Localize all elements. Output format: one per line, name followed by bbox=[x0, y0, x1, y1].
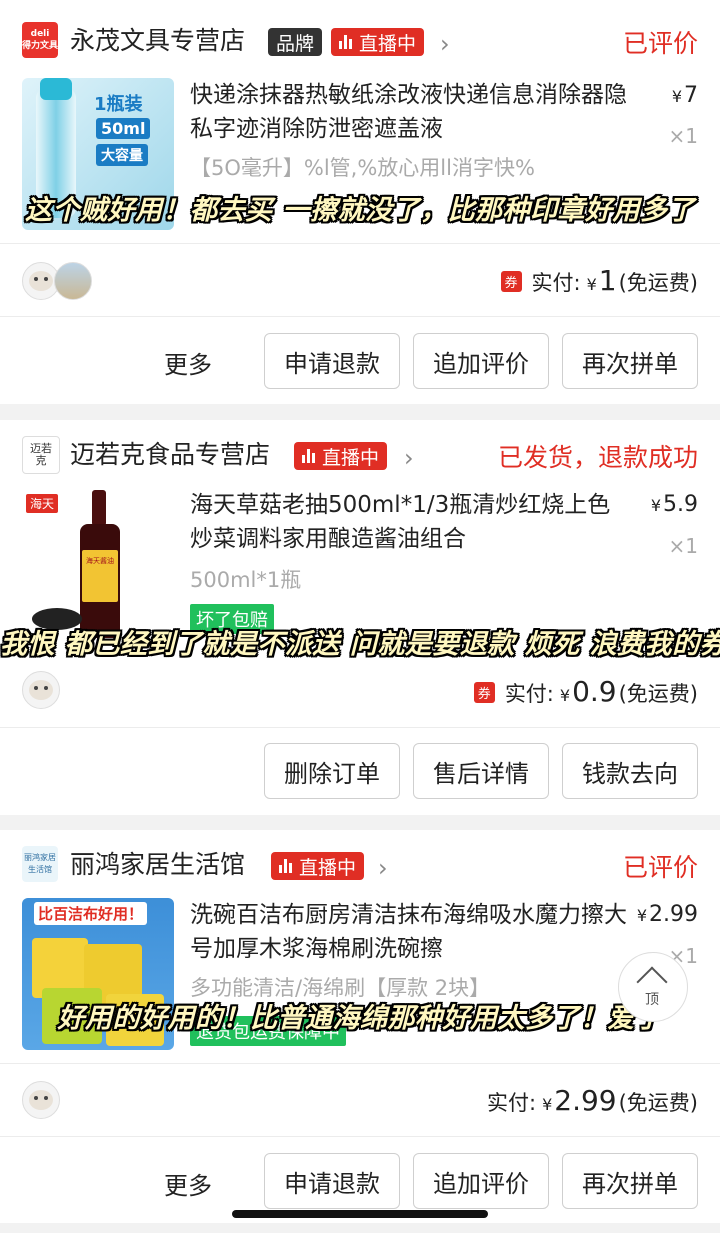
thumb-banner: 比百洁布好用！ bbox=[34, 902, 148, 925]
avatar bbox=[54, 262, 92, 300]
order-status: 已发货，退款成功 bbox=[497, 443, 698, 472]
chevron-right-icon[interactable]: › bbox=[378, 854, 388, 882]
more-button[interactable]: 更多 bbox=[164, 1166, 212, 1201]
order-card: deli 得力文具 永茂文具专营店 品牌 直播中 › 已评价 1瓶装 50ml … bbox=[0, 0, 720, 404]
more-button[interactable]: 更多 bbox=[164, 345, 212, 380]
reorder-button[interactable]: 再次拼单 bbox=[562, 1153, 698, 1209]
chevron-right-icon[interactable]: › bbox=[404, 444, 414, 472]
product-image[interactable]: 海天 海天酱油 bbox=[22, 488, 174, 640]
divider bbox=[0, 727, 720, 728]
shop-logo: 迈若 克 bbox=[22, 436, 60, 474]
product-title[interactable]: 海天草菇老抽500ml*1/3瓶清炒红烧上色炒菜调料家用酿造酱油组合 bbox=[190, 488, 630, 556]
coupon-icon: 券 bbox=[500, 271, 522, 292]
live-tag[interactable]: 直播中 bbox=[294, 442, 388, 470]
order-status: 已评价 bbox=[622, 853, 698, 882]
refund-flow-button[interactable]: 钱款去向 bbox=[562, 743, 698, 799]
order-header[interactable]: deli 得力文具 永茂文具专营店 品牌 直播中 › 已评价 bbox=[0, 0, 720, 84]
shop-name[interactable]: 迈若克食品专营店 bbox=[70, 435, 270, 471]
paid-amount: 券 实付: ¥ 1 (免运费) bbox=[500, 264, 698, 297]
request-refund-button[interactable]: 申请退款 bbox=[264, 333, 400, 389]
delete-order-button[interactable]: 删除订单 bbox=[264, 743, 400, 799]
order-header[interactable]: 丽鸿家居 生活馆 丽鸿家居生活馆 直播中 › 已评价 bbox=[0, 830, 720, 908]
thumb-label-2: 50ml bbox=[96, 118, 151, 139]
live-bars-icon bbox=[279, 859, 293, 873]
order-header[interactable]: 迈若 克 迈若克食品专营店 直播中 › 已发货，退款成功 bbox=[0, 420, 720, 498]
coupon-icon: 券 bbox=[473, 682, 495, 703]
product-price: ¥5.9 bbox=[650, 492, 698, 517]
paid-amount: 券 实付: ¥ 0.9 (免运费) bbox=[473, 675, 698, 708]
brand-mark: 海天 bbox=[26, 494, 59, 513]
chevron-right-icon[interactable]: › bbox=[440, 30, 450, 58]
reorder-button[interactable]: 再次拼单 bbox=[562, 333, 698, 389]
live-bars-icon bbox=[302, 449, 316, 463]
product-price: ¥7 bbox=[671, 83, 698, 108]
divider bbox=[0, 1136, 720, 1137]
live-tag[interactable]: 直播中 bbox=[331, 28, 425, 56]
thumb-label-1: 1瓶装 bbox=[94, 94, 143, 115]
bottle-label: 海天酱油 bbox=[82, 550, 118, 602]
product-spec: 500ml*1瓶 bbox=[190, 568, 302, 592]
request-refund-button[interactable]: 申请退款 bbox=[264, 1153, 400, 1209]
avatar bbox=[22, 1081, 60, 1119]
scroll-top-label: 顶 bbox=[645, 992, 659, 1008]
product-spec: 【5O毫升】%l管,%放心用ll消字快% bbox=[190, 156, 535, 180]
live-bars-icon bbox=[339, 35, 353, 49]
divider bbox=[0, 1063, 720, 1064]
overlay-caption: 好用的好用的！比普通海绵那种好用太多了！爱了 bbox=[57, 1003, 663, 1034]
live-tag[interactable]: 直播中 bbox=[271, 852, 365, 880]
product-price: ¥2.99 bbox=[636, 902, 698, 927]
overlay-caption: 这个贼好用！都去买 一擦就没了，比那种印章好用多了 bbox=[25, 195, 695, 226]
product-title[interactable]: 洗碗百洁布厨房清洁抹布海绵吸水魔力擦大号加厚木浆海棉刷洗碗擦 bbox=[190, 898, 630, 966]
thumb-label-3: 大容量 bbox=[96, 144, 148, 166]
home-indicator[interactable] bbox=[232, 1210, 488, 1218]
bottle-neck bbox=[92, 490, 106, 526]
shop-logo: deli 得力文具 bbox=[22, 22, 58, 58]
product-qty: ×1 bbox=[668, 534, 698, 558]
order-card: 迈若 克 迈若克食品专营店 直播中 › 已发货，退款成功 海天 海天酱油 海天草… bbox=[0, 420, 720, 815]
brand-tag: 品牌 bbox=[268, 28, 323, 56]
scroll-top-button[interactable]: 顶 bbox=[618, 952, 688, 1022]
divider bbox=[0, 243, 720, 244]
avatar bbox=[22, 671, 60, 709]
product-title[interactable]: 快递涂抹器热敏纸涂改液快递信息消除器隐私字迹消除防泄密遮盖液 bbox=[190, 78, 630, 146]
order-card: 丽鸿家居 生活馆 丽鸿家居生活馆 直播中 › 已评价 比百洁布好用！ 洗碗百洁布… bbox=[0, 830, 720, 1223]
overlay-caption: 我恨 都已经到了就是不派送 问就是要退款 烦死 浪费我的券 bbox=[0, 629, 720, 660]
shop-name[interactable]: 永茂文具专营店 bbox=[70, 21, 245, 57]
add-review-button[interactable]: 追加评价 bbox=[413, 333, 549, 389]
bottle-cap bbox=[40, 78, 72, 100]
order-status: 已评价 bbox=[622, 29, 698, 58]
add-review-button[interactable]: 追加评价 bbox=[413, 1153, 549, 1209]
paid-amount: 实付: ¥ 2.99 (免运费) bbox=[487, 1084, 698, 1117]
shop-logo: 丽鸿家居 生活馆 bbox=[22, 846, 58, 882]
product-qty: ×1 bbox=[668, 124, 698, 148]
shop-name[interactable]: 丽鸿家居生活馆 bbox=[70, 845, 245, 881]
after-sales-button[interactable]: 售后详情 bbox=[413, 743, 549, 799]
divider bbox=[0, 316, 720, 317]
